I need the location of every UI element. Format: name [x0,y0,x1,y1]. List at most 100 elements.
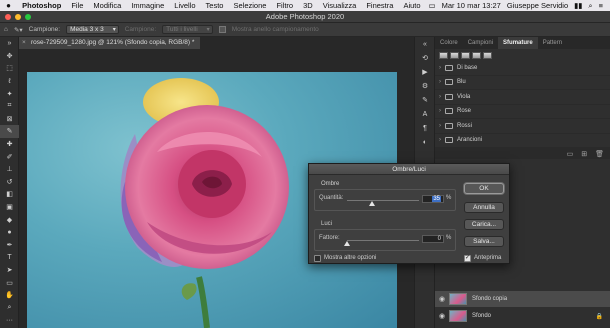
adjustments-panel-icon[interactable]: ◐ [415,135,435,149]
zoom-tool-icon[interactable]: ⌕ [0,301,19,314]
menu-modifica[interactable]: Modifica [88,1,126,10]
brush-settings-icon[interactable]: ✎ [415,93,435,107]
new-gradient-icon[interactable]: ⊞ [581,150,587,158]
close-tab-icon[interactable]: × [22,37,26,49]
trash-icon[interactable]: 🗑 [595,150,604,158]
menu-photoshop[interactable]: Photoshop [17,1,66,10]
clone-stamp-tool-icon[interactable]: ⊥ [0,163,19,176]
zoom-window-button[interactable] [25,14,31,20]
gradient-swatch[interactable] [450,52,459,59]
amount-slider[interactable] [347,200,419,201]
save-button[interactable]: Salva... [464,236,504,247]
type-tool-icon[interactable]: T [0,251,19,264]
gradient-swatch[interactable] [483,52,492,59]
dodge-tool-icon[interactable]: ● [0,226,19,239]
amount-slider-handle[interactable] [369,201,376,206]
control-center-icon[interactable]: ≡ [596,1,606,10]
document-tabs: × rose-729509_1280.jpg @ 121% (Sfondo co… [19,37,414,49]
eye-icon[interactable]: ◉ [435,312,449,320]
close-window-button[interactable] [5,14,11,20]
eye-icon[interactable]: ◉ [435,295,449,303]
crop-tool-icon[interactable]: ⌗ [0,100,19,113]
gradient-swatch[interactable] [439,52,448,59]
gradient-tool-icon[interactable]: ▣ [0,201,19,214]
character-panel-icon[interactable]: A [415,107,435,121]
window-controls [5,14,31,20]
path-selection-tool-icon[interactable]: ➤ [0,264,19,277]
menu-visualizza[interactable]: Visualizza [318,1,362,10]
menu-aiuto[interactable]: Aiuto [398,1,425,10]
clock[interactable]: Mar 10 mar 13:27 [439,1,504,10]
menu-immagine[interactable]: Immagine [126,1,169,10]
minimize-window-button[interactable] [15,14,21,20]
menu-finestra[interactable]: Finestra [361,1,398,10]
amount-input[interactable]: 35 [422,195,444,203]
blur-tool-icon[interactable]: ◆ [0,213,19,226]
more-tools-icon[interactable]: ··· [0,314,19,327]
user-name[interactable]: Giuseppe Servidio [504,1,571,10]
actions-panel-icon[interactable]: ▶ [415,65,435,79]
more-options-checkbox[interactable] [314,255,321,262]
menu-livello[interactable]: Livello [169,1,200,10]
screen-icon[interactable]: ▭ [426,1,439,10]
show-sampling-ring-checkbox[interactable] [218,26,226,33]
collapse-toolbar-icon[interactable]: » [0,37,19,50]
gradient-folder[interactable]: › Arancioni [435,134,610,148]
hand-tool-icon[interactable]: ✋ [0,289,19,302]
properties-panel-icon[interactable]: ⚙ [415,79,435,93]
paragraph-panel-icon[interactable]: ¶ [415,121,435,135]
collapse-panels-icon[interactable]: « [415,37,435,51]
cancel-button[interactable]: Annulla [464,202,504,213]
search-icon[interactable]: ⌕ [585,1,595,11]
gradient-folder[interactable]: › Rossi [435,119,610,134]
document-tab[interactable]: × rose-729509_1280.jpg @ 121% (Sfondo co… [19,37,201,49]
folder-label: Rossi [457,122,473,129]
load-button[interactable]: Carica... [464,219,504,230]
menu-3d[interactable]: 3D [298,1,318,10]
menu-selezione[interactable]: Selezione [228,1,271,10]
healing-brush-tool-icon[interactable]: ✚ [0,138,19,151]
preview-checkbox[interactable] [464,254,471,262]
shape-tool-icon[interactable]: ▭ [0,276,19,289]
move-tool-icon[interactable]: ✥ [0,50,19,63]
tab-campioni[interactable]: Campioni [463,37,498,49]
menu-filtro[interactable]: Filtro [271,1,298,10]
options-bar: ⌂ ✎▾ Campione: Media 3 x 3 Campione: Tut… [0,23,610,37]
brush-tool-icon[interactable]: ✐ [0,150,19,163]
gradient-folder[interactable]: › Di base [435,61,610,76]
gradient-swatch[interactable] [472,52,481,59]
new-group-icon[interactable]: ▭ [567,150,574,158]
tab-pattern[interactable]: Pattern [538,37,567,49]
ok-button[interactable]: OK [464,183,504,194]
menu-testo[interactable]: Testo [201,1,229,10]
quick-selection-tool-icon[interactable]: ✦ [0,87,19,100]
history-panel-icon[interactable]: ⟲ [415,51,435,65]
tab-sfumature[interactable]: Sfumature [498,37,538,49]
factor-input[interactable]: 0 [422,235,444,243]
factor-slider[interactable] [347,240,419,241]
menu-file[interactable]: File [66,1,88,10]
eyedropper-tool-icon[interactable]: ✎▾ [14,26,23,34]
folder-label: Blu [457,79,466,86]
layer-row[interactable]: ◉ Sfondo copia [435,291,610,307]
sample-layers-select[interactable]: Tutti i livelli [162,25,213,34]
frame-tool-icon[interactable]: ⊠ [0,113,19,126]
eraser-tool-icon[interactable]: ◧ [0,188,19,201]
history-brush-tool-icon[interactable]: ↺ [0,176,19,189]
eyedropper-tool-icon[interactable]: ✎ [0,125,19,138]
factor-slider-handle[interactable] [344,241,350,246]
apple-icon[interactable]: ● [0,1,17,10]
gradient-swatch[interactable] [461,52,470,59]
pen-tool-icon[interactable]: ✒ [0,239,19,252]
gradient-folder[interactable]: › Rose [435,105,610,119]
lasso-tool-icon[interactable]: ℓ [0,75,19,88]
tab-colore[interactable]: Colore [435,37,463,49]
marquee-tool-icon[interactable]: ⬚ [0,62,19,75]
gradient-folder[interactable]: › Blu [435,76,610,90]
layer-row[interactable]: ◉ Sfondo 🔒 [435,308,610,324]
home-icon[interactable]: ⌂ [4,26,8,33]
folder-icon [445,137,453,144]
flag-icon[interactable]: ▮▮ [571,1,585,10]
gradient-folder[interactable]: › Viola [435,90,610,105]
sample-size-select[interactable]: Media 3 x 3 [66,25,119,34]
